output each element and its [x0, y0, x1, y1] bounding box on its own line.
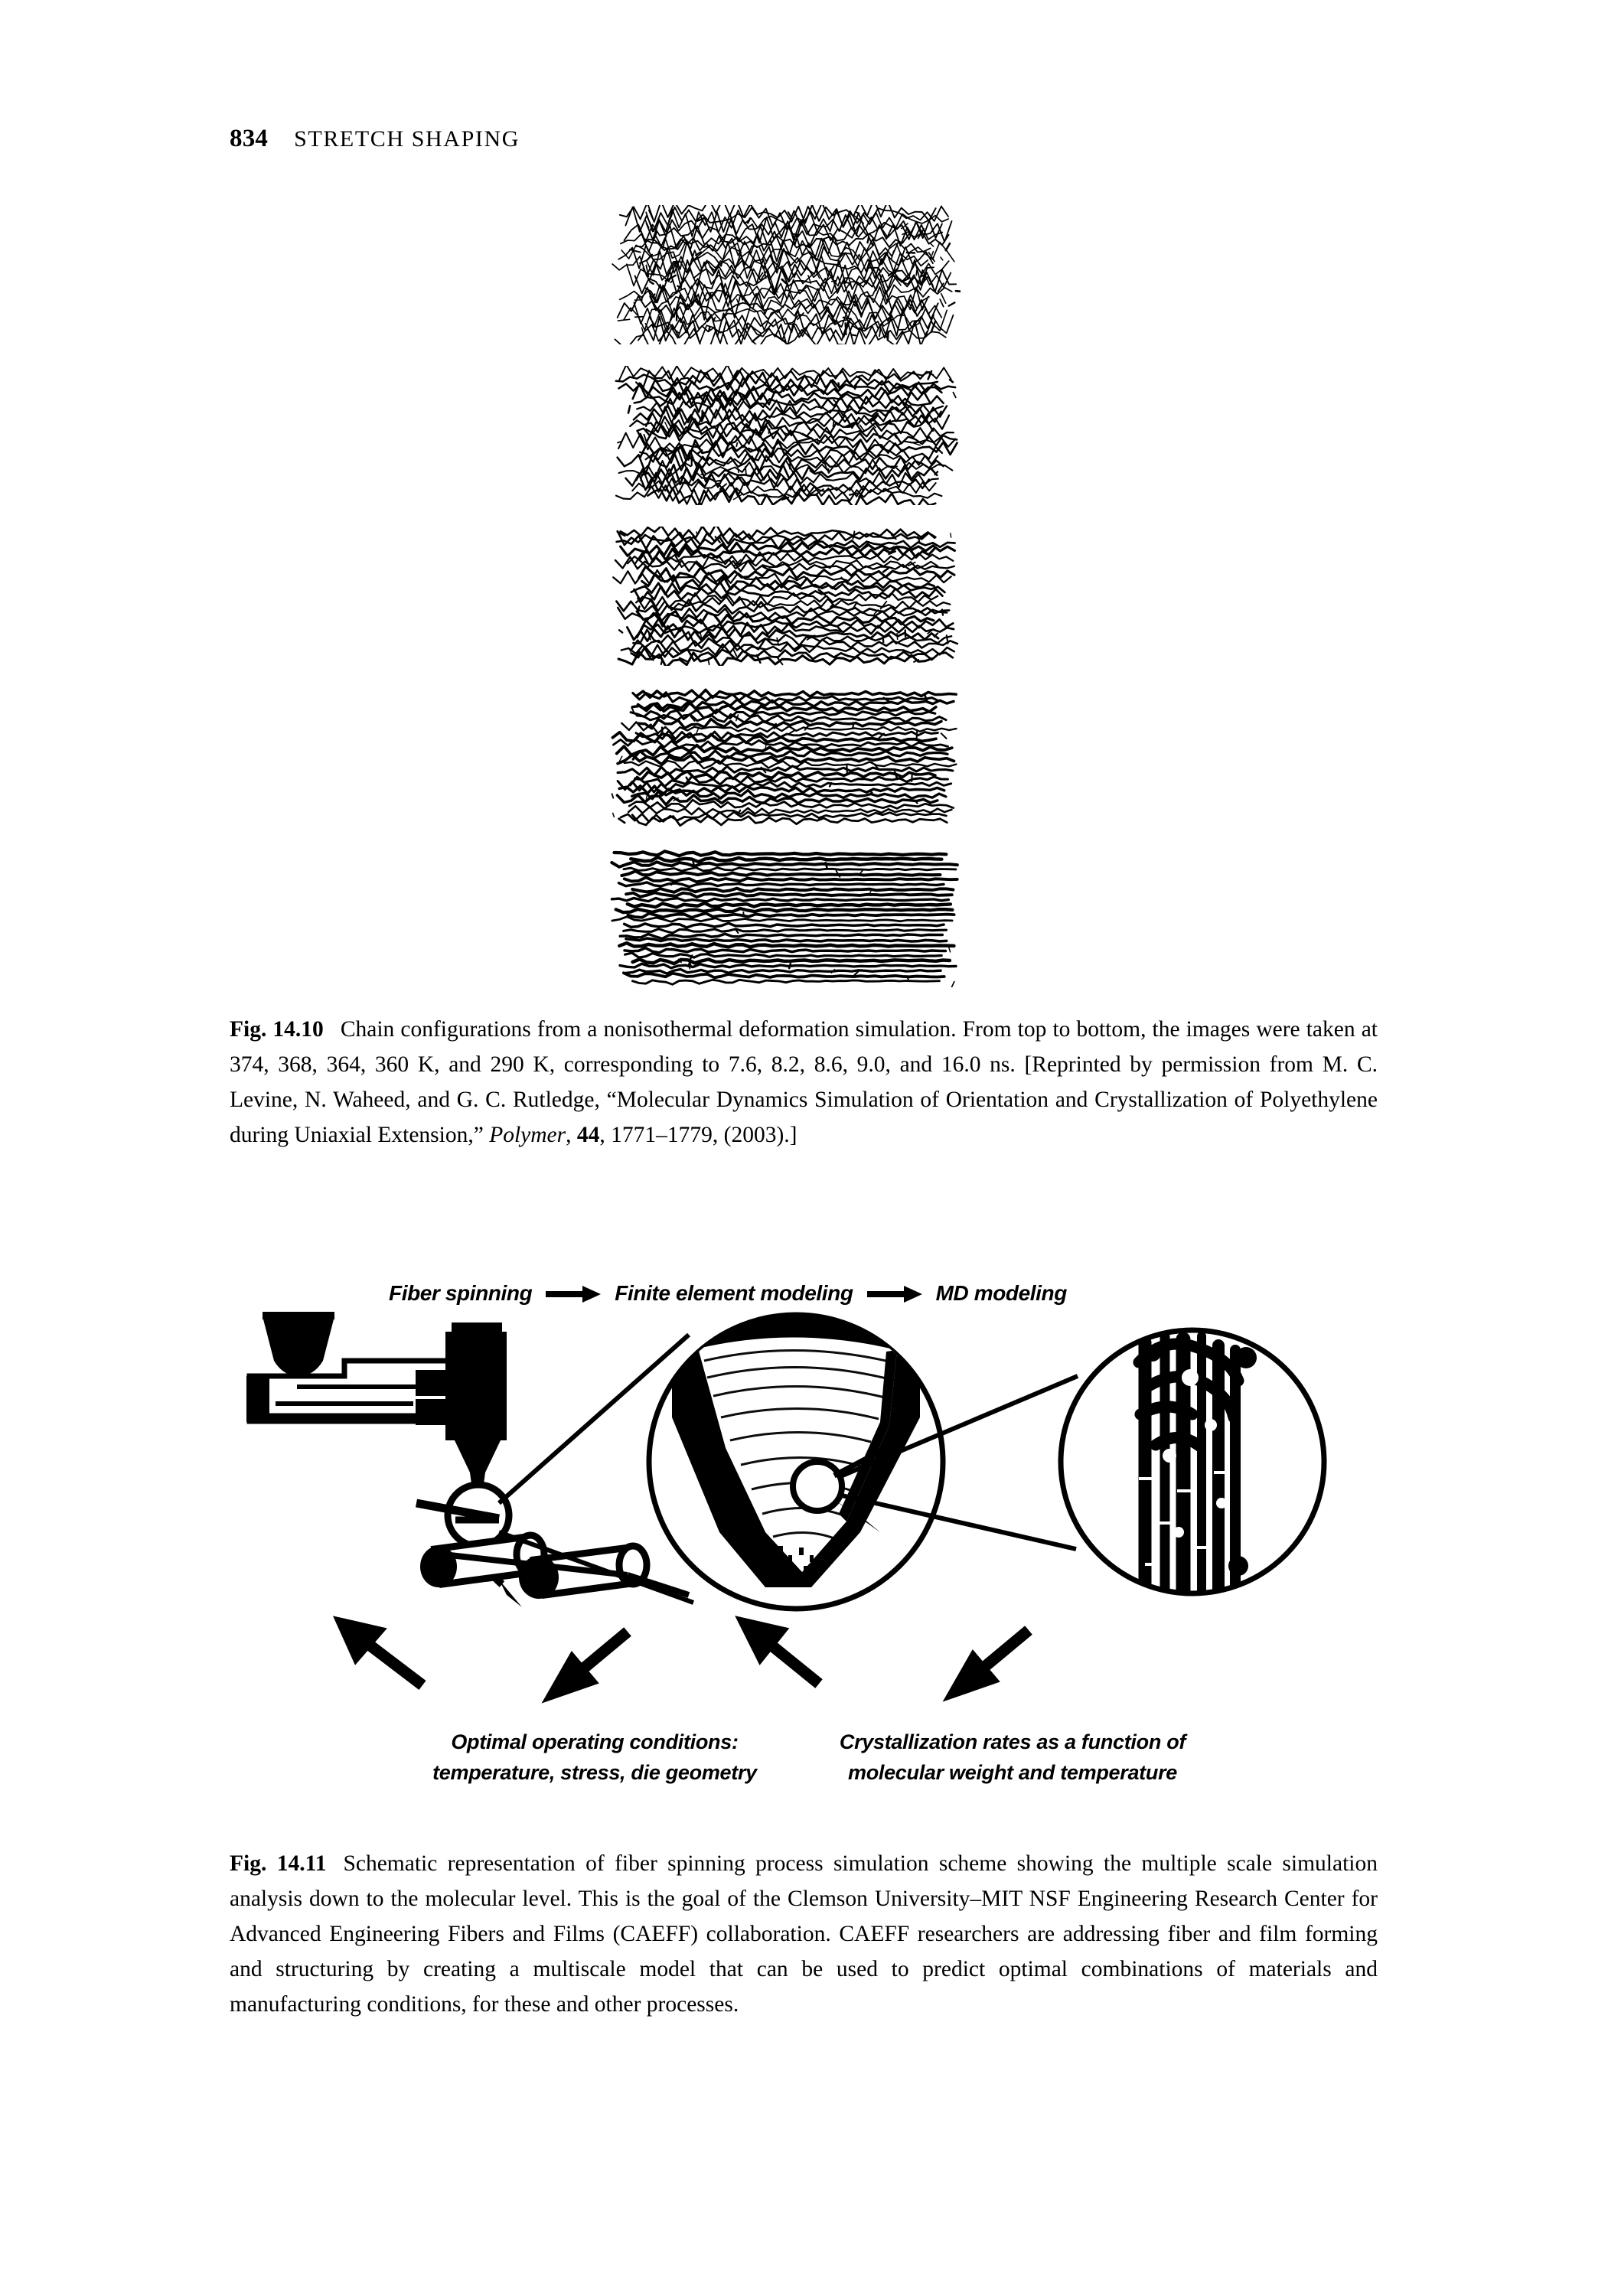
figure-14-11-image: Fiber spinning Finite element modeling M…	[230, 1270, 1378, 1829]
outcome-labels: Optimal operating conditions: temperatur…	[230, 1727, 1378, 1788]
fiber-inspection-circle	[415, 1481, 513, 1550]
outcome-arrow-3	[735, 1616, 823, 1688]
finite-element-mesh-detail	[646, 1312, 946, 1612]
citation-tail: , 1771–1779, (2003).]	[599, 1123, 797, 1147]
panel-368K	[608, 366, 961, 505]
outcome-1-line-1: Optimal operating conditions:	[451, 1730, 739, 1753]
outcome-arrow-1	[332, 1616, 426, 1690]
molecular-dynamics-detail	[1058, 1327, 1327, 1596]
figure-14-10-caption: Fig. 14.10 Chain configurations from a no…	[230, 1012, 1378, 1153]
outcome-2-line-2: molecular weight and temperature	[847, 1761, 1177, 1784]
outcome-2-line-1: Crystallization rates as a function of	[839, 1730, 1186, 1753]
schematic-diagram	[246, 1312, 1327, 1704]
panel-364K	[608, 527, 961, 666]
figure-14-11-caption: Fig. 14.11 Schematic representation of fi…	[230, 1846, 1378, 2022]
panel-360K	[608, 687, 961, 827]
running-head: 834 STRETCH SHAPING	[230, 125, 520, 153]
flow-arrow-right-icon-2	[866, 1283, 922, 1303]
outcome-arrow-2	[541, 1627, 631, 1704]
outcome-arrows	[332, 1616, 1032, 1704]
page-number: 834	[230, 125, 269, 152]
figure-14-11-label: Fig. 14.11	[230, 1851, 327, 1876]
citation-comma: ,	[566, 1123, 577, 1147]
panel-290K	[608, 848, 961, 987]
figure-14-10-label: Fig. 14.10	[230, 1017, 324, 1042]
figure-14-10-image	[608, 205, 961, 987]
take-up-rollers	[420, 1531, 690, 1599]
journal-name: Polymer	[489, 1123, 566, 1147]
figure-14-11-caption-text: Schematic representation of fiber spinni…	[230, 1851, 1378, 2017]
figure-14-10-caption-text: Chain configurations from a nonisotherma…	[230, 1017, 1378, 1147]
journal-volume: 44	[576, 1123, 600, 1147]
outcome-optimal-operating-conditions: Optimal operating conditions: temperatur…	[411, 1727, 778, 1788]
running-title: STRETCH SHAPING	[294, 126, 520, 152]
extruder-with-hopper	[246, 1312, 507, 1495]
outcome-crystallization-rates: Crystallization rates as a function of m…	[829, 1727, 1196, 1788]
panel-374K	[608, 205, 961, 344]
outcome-1-line-2: temperature, stress, die geometry	[432, 1761, 757, 1784]
outcome-arrow-4	[942, 1626, 1032, 1702]
flow-arrow-right-icon-1	[546, 1283, 602, 1303]
